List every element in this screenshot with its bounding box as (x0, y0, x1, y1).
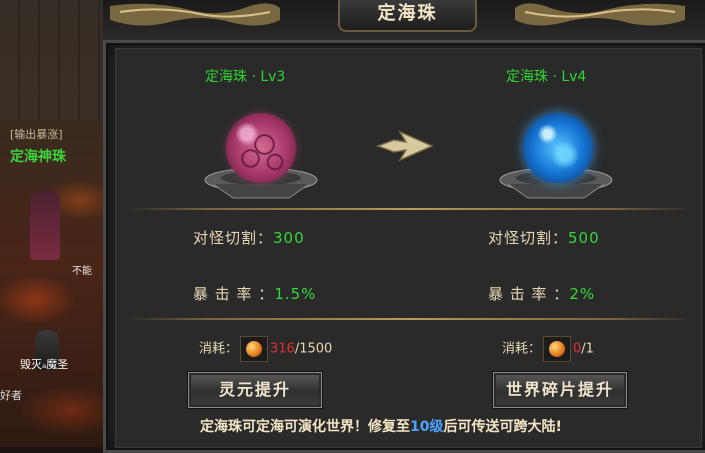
cost-label: 消耗： (502, 341, 542, 357)
panel-title: 定海珠 (338, 0, 477, 32)
world-fragment-upgrade-button[interactable]: 世界碎片提升 (493, 372, 627, 408)
dinghai-pearl-lv3-icon (226, 113, 296, 183)
footer-highlight: 10级 (410, 419, 444, 435)
current-stat-cut: 对怪切割：300 (193, 227, 305, 248)
spirit-essence-icon (246, 341, 263, 357)
character-figure (30, 190, 60, 260)
stat-value: 1.5% (274, 285, 317, 303)
cost-total: /1 (581, 341, 594, 357)
stat-value: 500 (568, 229, 600, 247)
stone-wall (0, 0, 108, 120)
stat-value: 300 (273, 229, 305, 247)
game-scene-background: [输出暴涨] 定海神珠 不能 毁灭ₐ魔圣 好者 (0, 0, 108, 447)
world-fragment-icon (549, 341, 566, 357)
next-stat-cut: 对怪切割：500 (488, 227, 600, 248)
cost-item-slot[interactable] (240, 336, 269, 362)
next-stat-crit: 暴 击 率 ：2% (488, 283, 595, 304)
cost-item-slot[interactable] (543, 336, 572, 362)
current-stat-crit: 暴 击 率 ：1.5% (193, 283, 316, 304)
next-cost: 消耗： 0/1 (502, 336, 594, 362)
cost-label: 消耗： (199, 341, 239, 357)
stat-label: 对怪切割： (488, 229, 569, 247)
cannot-label: 不能 (72, 266, 92, 277)
footer-text-after: 后可传送可跨大陆! (443, 419, 562, 435)
upgrade-arrow-icon (376, 130, 434, 162)
dragon-ornament-right-icon (515, 3, 685, 26)
current-level-name: 定海珠 · Lv3 (205, 69, 286, 85)
output-surge-label: [输出暴涨] (10, 128, 63, 141)
footer-description: 定海珠可定海可演化世界！修复至10级后可传送可跨大陆! (200, 416, 562, 436)
next-level-name: 定海珠 · Lv4 (506, 69, 587, 85)
dinghai-pearl-lv4-icon (523, 113, 593, 183)
stat-value: 2% (569, 285, 596, 303)
stat-label: 暴 击 率 ： (193, 285, 275, 303)
stat-label: 对怪切割： (193, 229, 274, 247)
player-name-1: 毁灭ₐ魔圣 (20, 358, 69, 371)
current-cost: 消耗： 316/1500 (199, 336, 332, 362)
spirit-upgrade-button[interactable]: 灵元提升 (188, 372, 322, 408)
dragon-ornament-left-icon (110, 3, 280, 26)
divider-bottom (125, 318, 695, 320)
footer-text-before: 定海珠可定海可演化世界！修复至 (200, 419, 410, 435)
stat-label: 暴 击 率 ： (488, 285, 570, 303)
cost-total: /1500 (294, 341, 333, 357)
cost-current: 316 (270, 341, 295, 357)
pearl-name-label: 定海神珠 (10, 149, 66, 165)
divider-top (125, 208, 695, 210)
player-name-2: 好者 (0, 389, 22, 402)
